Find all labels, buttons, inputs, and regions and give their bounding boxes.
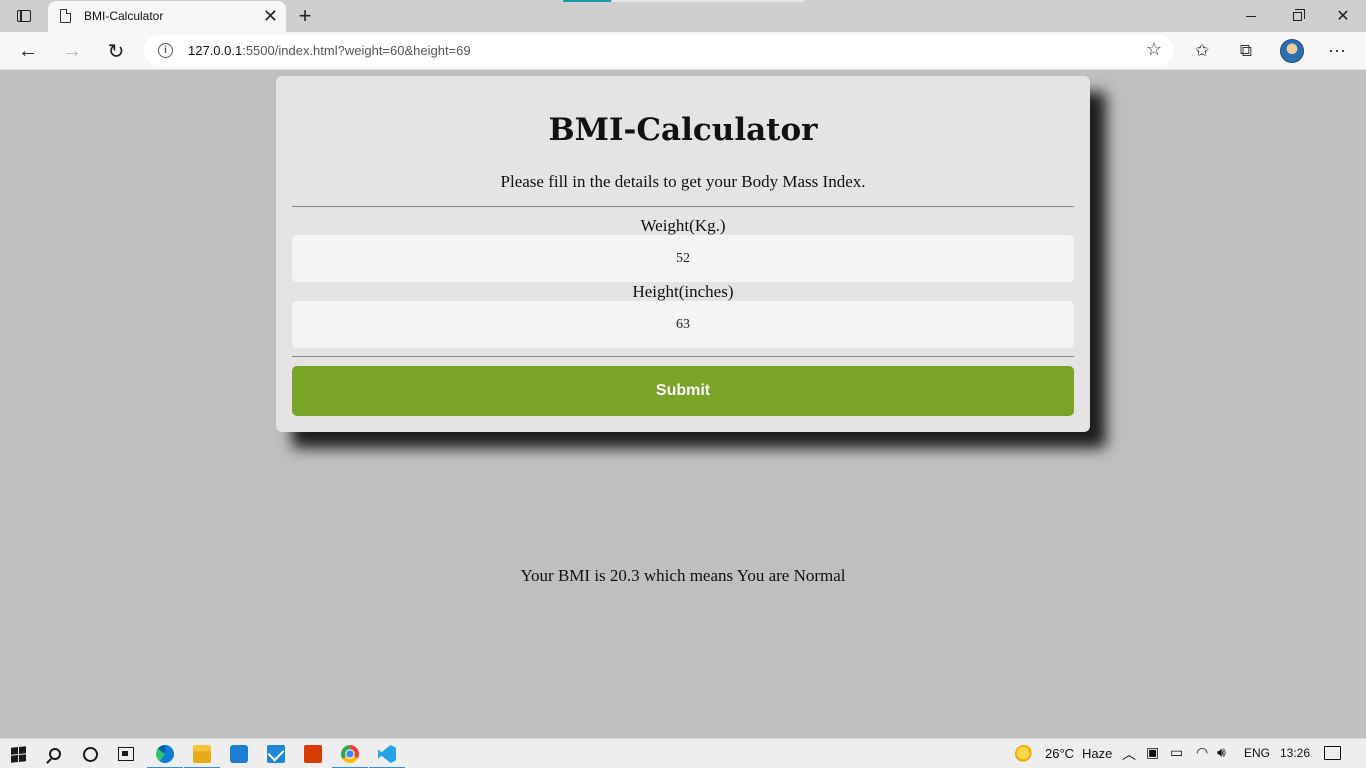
page-subtitle: Please fill in the details to get your B…: [500, 172, 866, 191]
start-button[interactable]: [0, 739, 36, 768]
weather-description[interactable]: Haze: [1082, 746, 1112, 761]
height-input[interactable]: 63: [292, 301, 1074, 348]
notification-center-icon[interactable]: [1324, 746, 1341, 760]
search-button[interactable]: [37, 739, 73, 768]
mail-icon: [267, 745, 285, 763]
windows-logo-icon: [10, 745, 26, 763]
tab-strip-accent: [563, 0, 611, 2]
new-tab-button[interactable]: +: [292, 2, 318, 30]
taskbar-vscode[interactable]: [369, 739, 405, 768]
height-label: Height(inches): [632, 282, 734, 301]
browser-tab-bar: BMI-Calculator ✕ + ✕: [0, 0, 1366, 32]
restore-button[interactable]: [1274, 0, 1320, 32]
tab-actions-button[interactable]: [10, 6, 38, 26]
forward-button[interactable]: →: [57, 36, 87, 66]
bmi-result-text: Your BMI is 20.3 which means You are Nor…: [520, 566, 846, 585]
divider: [292, 356, 1074, 357]
address-bar[interactable]: i 127.0.0.1:5500/index.html?weight=60&he…: [144, 35, 1174, 66]
submit-button[interactable]: Submit: [292, 366, 1074, 416]
tab-bmi-calculator[interactable]: BMI-Calculator ✕: [48, 1, 286, 32]
store-icon: [230, 745, 248, 763]
task-view-icon: [118, 747, 134, 761]
add-favorite-icon[interactable]: ☆: [1146, 39, 1162, 60]
taskbar-chrome[interactable]: [332, 739, 368, 768]
show-hidden-icons-chevron-icon[interactable]: ︿: [1122, 744, 1136, 764]
page-title: BMI-Calculator: [548, 112, 818, 148]
weather-temperature[interactable]: 26°C: [1045, 746, 1074, 761]
favorites-icon[interactable]: ✩: [1189, 38, 1215, 64]
restore-icon: [1292, 8, 1305, 21]
profile-avatar[interactable]: [1280, 39, 1304, 63]
office-icon: [304, 745, 322, 763]
divider: [292, 206, 1074, 207]
file-explorer-icon: [193, 745, 211, 763]
browser-toolbar: ← → ↻ i 127.0.0.1:5500/index.html?weight…: [0, 32, 1366, 70]
settings-menu-icon[interactable]: ⋯: [1324, 38, 1350, 64]
clock[interactable]: 13:26: [1280, 746, 1310, 760]
volume-icon[interactable]: 🔊︎: [1217, 744, 1226, 761]
weather-icon[interactable]: [1015, 745, 1033, 763]
minimize-button[interactable]: [1228, 0, 1274, 32]
cortana-button[interactable]: [72, 739, 108, 768]
collections-icon[interactable]: ⧉: [1233, 38, 1259, 64]
cortana-icon: [82, 746, 98, 762]
battery-icon[interactable]: ▭: [1170, 744, 1183, 761]
page-icon: [60, 9, 71, 23]
task-view-button[interactable]: [108, 739, 144, 768]
taskbar-store[interactable]: [221, 739, 257, 768]
weight-input[interactable]: 52: [292, 235, 1074, 282]
vscode-icon: [378, 745, 396, 763]
taskbar-file-explorer[interactable]: [184, 739, 220, 768]
meet-now-icon[interactable]: ▣: [1146, 744, 1159, 761]
search-icon: [49, 748, 61, 760]
site-info-icon[interactable]: i: [158, 43, 173, 58]
chrome-icon: [341, 745, 359, 763]
language-indicator[interactable]: ENG: [1244, 746, 1270, 760]
refresh-button[interactable]: ↻: [101, 36, 131, 66]
taskbar-office[interactable]: [295, 739, 331, 768]
tab-close-button[interactable]: ✕: [263, 5, 278, 27]
windows-taskbar: 26°C Haze ︿ ▣ ▭ ◠ 🔊︎ ENG 13:26: [0, 738, 1366, 768]
tab-strip-accent: [612, 0, 804, 2]
taskbar-edge[interactable]: [147, 739, 183, 768]
back-button[interactable]: ←: [13, 36, 43, 66]
window-close-button[interactable]: ✕: [1320, 0, 1366, 32]
url-path: :5500/index.html?weight=60&height=69: [242, 43, 471, 58]
weight-label: Weight(Kg.): [640, 216, 726, 235]
url-host: 127.0.0.1: [188, 43, 243, 58]
tab-actions-icon: [17, 10, 31, 22]
edge-icon: [156, 745, 174, 763]
tab-title: BMI-Calculator: [84, 9, 164, 23]
url-text: 127.0.0.1:5500/index.html?weight=60&heig…: [188, 43, 471, 58]
wifi-icon[interactable]: ◠: [1196, 744, 1208, 761]
taskbar-mail[interactable]: [258, 739, 294, 768]
bmi-form-card: BMI-Calculator Please fill in the detail…: [276, 76, 1090, 432]
